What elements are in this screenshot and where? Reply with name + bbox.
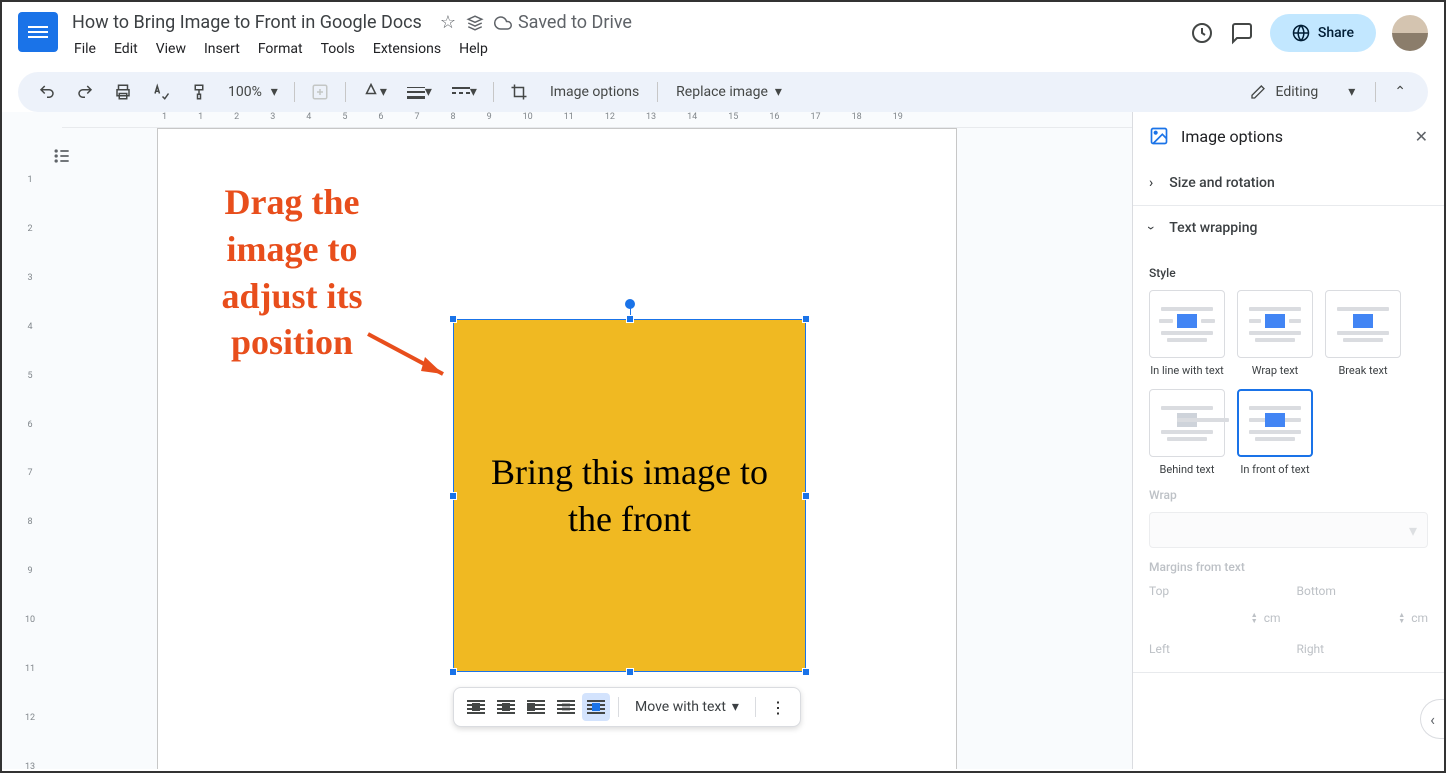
page[interactable]: Drag the image to adjust its position Br… (157, 128, 957, 769)
resize-handle-br[interactable] (802, 668, 810, 676)
break-text-button[interactable] (522, 693, 550, 721)
menu-help[interactable]: Help (451, 37, 496, 61)
style-wrap-label: Wrap text (1252, 364, 1299, 377)
size-rotation-section[interactable]: › Size and rotation (1133, 161, 1444, 205)
resize-handle-bl[interactable] (449, 668, 457, 676)
add-comment-button[interactable] (303, 77, 337, 107)
border-dash-button[interactable]: ▾ (444, 78, 485, 106)
menu-file[interactable]: File (66, 37, 104, 61)
in-front-of-text-button[interactable] (582, 693, 610, 721)
resize-handle-l[interactable] (449, 492, 457, 500)
account-avatar[interactable] (1392, 15, 1428, 51)
docs-app-icon[interactable] (18, 12, 58, 52)
text-wrapping-section[interactable]: › Text wrapping (1133, 206, 1444, 250)
resize-handle-tl[interactable] (449, 315, 457, 323)
close-sidebar-button[interactable]: ✕ (1415, 127, 1428, 146)
style-label: Style (1149, 266, 1428, 280)
margin-top-label: Top (1149, 584, 1281, 598)
vertical-ruler[interactable]: 12345678910111213 (22, 132, 38, 769)
style-wrap[interactable] (1237, 290, 1313, 358)
spellcheck-button[interactable] (144, 77, 178, 107)
move-with-text-dropdown[interactable]: Move with text ▾ (627, 699, 747, 715)
menu-insert[interactable]: Insert (196, 37, 248, 61)
more-options-button[interactable]: ⋮ (764, 693, 792, 721)
menu-edit[interactable]: Edit (106, 37, 146, 61)
style-infront[interactable] (1237, 389, 1313, 457)
wrap-text-button[interactable] (492, 693, 520, 721)
border-color-button[interactable]: ▾ (354, 77, 395, 107)
margins-label: Margins from text (1149, 560, 1428, 574)
share-button[interactable]: Share (1270, 14, 1376, 52)
toolbar: 100% ▾ ▾ ▾ ▾ Image options Replace image… (18, 72, 1428, 112)
resize-handle-b[interactable] (626, 668, 634, 676)
collapse-toolbar-button[interactable]: ⌃ (1384, 78, 1416, 106)
wrap-label: Wrap (1149, 488, 1428, 502)
image-body[interactable]: Bring this image to the front (453, 319, 806, 672)
chevron-right-icon: › (1149, 175, 1153, 191)
header: How to Bring Image to Front in Google Do… (2, 2, 1444, 66)
star-icon[interactable]: ☆ (440, 12, 456, 33)
image-icon (1149, 126, 1169, 146)
history-icon[interactable] (1190, 21, 1214, 45)
margin-left-label: Left (1149, 642, 1281, 656)
border-weight-button[interactable]: ▾ (399, 78, 440, 106)
style-behind[interactable] (1149, 389, 1225, 457)
resize-handle-tr[interactable] (802, 315, 810, 323)
print-button[interactable] (106, 77, 140, 107)
resize-handle-t[interactable] (626, 315, 634, 323)
document-title[interactable]: How to Bring Image to Front in Google Do… (66, 10, 428, 35)
move-icon[interactable] (466, 14, 484, 32)
style-break[interactable] (1325, 290, 1401, 358)
margin-bottom-input: ▲▼cm (1297, 604, 1429, 632)
style-inline-label: In line with text (1150, 364, 1224, 377)
image-floating-toolbar: Move with text ▾ ⋮ (453, 687, 801, 727)
horizontal-ruler[interactable]: 112345678910111213141516171819 (62, 112, 1132, 128)
saved-status-text: Saved to Drive (518, 12, 632, 33)
style-inline[interactable] (1149, 290, 1225, 358)
editing-mode-dropdown[interactable]: Editing ▾ (1238, 78, 1368, 106)
behind-text-button[interactable] (552, 693, 580, 721)
margin-bottom-label: Bottom (1297, 584, 1429, 598)
menu-view[interactable]: View (148, 37, 194, 61)
style-behind-label: Behind text (1160, 463, 1215, 476)
wrap-inline-button[interactable] (462, 693, 490, 721)
undo-button[interactable] (30, 77, 64, 107)
comments-icon[interactable] (1230, 21, 1254, 45)
image-options-button[interactable]: Image options (540, 78, 649, 106)
sidebar-title: Image options (1181, 127, 1403, 146)
crop-button[interactable] (502, 77, 536, 107)
zoom-dropdown[interactable]: 100% ▾ (220, 78, 286, 106)
cloud-status[interactable]: Saved to Drive (494, 12, 632, 33)
menu-bar: File Edit View Insert Format Tools Exten… (66, 37, 1190, 61)
margin-right-label: Right (1297, 642, 1429, 656)
selected-image[interactable]: Bring this image to the front (453, 319, 806, 672)
menu-tools[interactable]: Tools (313, 37, 363, 61)
menu-format[interactable]: Format (250, 37, 311, 61)
share-label: Share (1318, 25, 1354, 41)
menu-extensions[interactable]: Extensions (365, 37, 449, 61)
margin-top-input: ▲▼cm (1149, 604, 1281, 632)
style-infront-label: In front of text (1240, 463, 1309, 476)
document-area: 112345678910111213141516171819 123456789… (2, 112, 1132, 769)
annotation-arrow-icon (363, 329, 463, 389)
style-break-label: Break text (1338, 364, 1387, 377)
replace-image-button[interactable]: Replace image ▾ (666, 78, 792, 106)
wrap-dropdown: ▾ (1149, 512, 1428, 548)
redo-button[interactable] (68, 77, 102, 107)
image-text: Bring this image to the front (474, 449, 785, 543)
image-options-sidebar: Image options ✕ › Size and rotation › Te… (1132, 112, 1444, 769)
chevron-down-icon: › (1143, 226, 1159, 230)
resize-handle-r[interactable] (802, 492, 810, 500)
outline-button[interactable] (48, 142, 76, 170)
paint-format-button[interactable] (182, 77, 216, 107)
